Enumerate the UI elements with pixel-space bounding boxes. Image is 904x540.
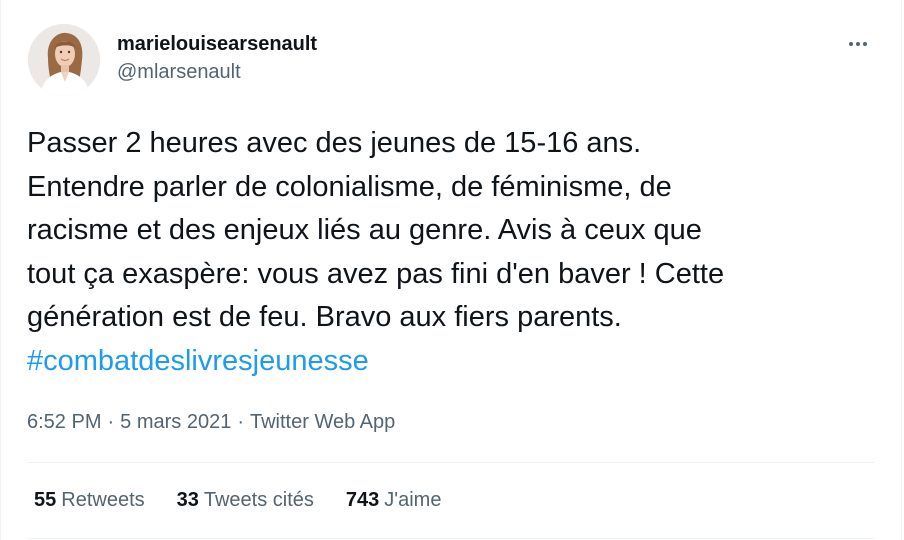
meta-separator: ·	[237, 411, 244, 433]
avatar[interactable]	[28, 24, 100, 96]
tweet-time[interactable]: 6:52 PM	[27, 411, 101, 433]
tweet-meta: 6:52 PM · 5 mars 2021 · Twitter Web App	[27, 408, 395, 436]
likes-label: J'aime	[384, 489, 442, 511]
quote-tweets-label: Tweets cités	[203, 489, 314, 511]
tweet-text-line: Passer 2 heures avec des jeunes de 15-16…	[27, 127, 642, 159]
user-handle[interactable]: @mlarsenault	[117, 60, 241, 84]
hashtag-link[interactable]: #combatdeslivresjeunesse	[27, 340, 877, 384]
meta-separator: ·	[107, 411, 115, 433]
more-horizontal-icon	[849, 42, 853, 46]
more-horizontal-icon	[863, 42, 867, 46]
more-options-button[interactable]	[843, 34, 873, 54]
tweet-card: marielouisearsenault @mlarsenault Passer…	[0, 0, 902, 540]
tweet-text-line: Entendre parler de colonialisme, de fémi…	[27, 170, 672, 203]
divider	[27, 462, 875, 463]
quote-tweets-stat[interactable]: 33 Tweets cités	[177, 486, 314, 514]
quote-tweets-count: 33	[176, 489, 199, 511]
avatar-photo	[28, 24, 100, 96]
tweet-text-line: racisme et des enjeux liés au genre. Avi…	[27, 214, 702, 246]
retweets-label: Retweets	[61, 489, 145, 511]
engagement-stats: 55 Retweets 33 Tweets cités 743 J'aime	[34, 486, 473, 514]
tweet-text-line: tout ça exaspère: vous avez pas fini d'e…	[27, 257, 725, 290]
tweet-source[interactable]: Twitter Web App	[250, 411, 395, 433]
display-name[interactable]: marielouisearsenault	[117, 32, 317, 56]
divider	[27, 538, 875, 539]
likes-count: 743	[345, 489, 380, 511]
likes-stat[interactable]: 743 J'aime	[346, 486, 442, 514]
retweets-count: 55	[34, 489, 57, 511]
tweet-text-line: génération est de feu. Bravo aux fiers p…	[27, 301, 622, 333]
more-horizontal-icon	[856, 42, 860, 46]
tweet-text: Passer 2 heures avec des jeunes de 15-16…	[27, 122, 877, 383]
retweets-stat[interactable]: 55 Retweets	[34, 486, 145, 514]
tweet-date[interactable]: 5 mars 2021	[120, 411, 231, 433]
